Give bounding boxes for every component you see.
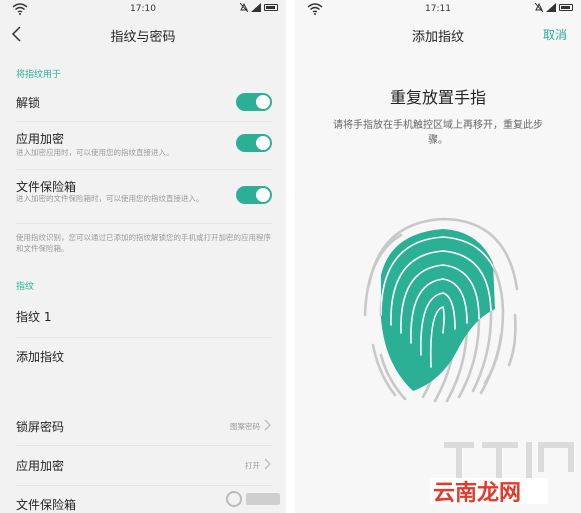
row-label: 解锁 [16, 96, 41, 110]
nav-bar: 添加指纹 取消 [295, 18, 581, 50]
add-fingerprint-screen: 17:11 添加指纹 取消 重复放置手指 请将手指放在手机触控区域上再移开，重复… [295, 0, 581, 513]
setting-row-app-lock-entry[interactable]: 应用加密 打开 [0, 446, 286, 484]
mute-icon [240, 3, 248, 12]
battery-icon [559, 4, 573, 11]
section-header-fingerprint: 指纹 [16, 282, 35, 292]
setting-row-lock-password[interactable]: 锁屏密码 图案密码 [0, 406, 286, 444]
setting-row-app-lock[interactable]: 应用加密 进入加密应用时，可以使用您的指纹直接进入。 [0, 122, 286, 168]
battery-icon [264, 4, 278, 11]
row-label: 指纹 1 [16, 310, 52, 324]
signal-icon [251, 3, 261, 12]
fingerprint-icon [363, 217, 519, 403]
row-description: 进入加密应用时，可以使用您的指纹直接进入。 [16, 148, 174, 157]
status-bar: 17:11 [295, 0, 581, 18]
row-value: 图案密码 [230, 422, 260, 431]
app-lock-toggle[interactable] [236, 134, 272, 152]
prompt-instruction: 请将手指放在手机触控区域上再移开，重复此步骤。 [333, 120, 543, 146]
row-label: 文件保险箱 [16, 180, 77, 194]
signal-icon [546, 3, 556, 12]
watermark-small-logo [226, 491, 280, 507]
row-label: 添加指纹 [16, 350, 65, 364]
nav-bar: 指纹与密码 [0, 18, 286, 50]
page-title: 添加指纹 [411, 30, 464, 45]
watermark-logo: 云南龙网 [430, 442, 574, 506]
row-label: 文件保险箱 [16, 498, 77, 512]
screen-gap [286, 0, 295, 513]
chevron-right-icon [264, 458, 271, 470]
cancel-button[interactable]: 取消 [543, 26, 567, 43]
watermark-text: 云南龙网 [433, 481, 521, 506]
row-label: 锁屏密码 [16, 420, 65, 434]
add-fingerprint-button[interactable]: 添加指纹 [0, 338, 286, 378]
row-value: 打开 [245, 461, 260, 470]
fingerprint-note: 使用指纹识别，您可以通过已添加的指纹解锁您的手机或打开加密的应用程序和文件保险箱… [16, 233, 271, 253]
fingerprint-settings-screen: 17:10 指纹与密码 将指纹用于 解锁 应用加密 进入加密应用时，可以使用您的… [0, 0, 286, 513]
fingerprint-item-1[interactable]: 指纹 1 [0, 296, 286, 336]
setting-row-file-vault[interactable]: 文件保险箱 进入加密的文件保险箱时，可以使用您的指纹直接进入。 [0, 170, 286, 222]
unlock-toggle[interactable] [236, 93, 272, 111]
section-header-use-fingerprint: 将指纹用于 [16, 70, 62, 80]
mute-icon [535, 3, 543, 12]
setting-row-unlock[interactable]: 解锁 [0, 84, 286, 120]
row-label: 应用加密 [16, 459, 65, 473]
prompt-heading: 重复放置手指 [389, 88, 486, 107]
row-description: 进入加密的文件保险箱时，可以使用您的指纹直接进入。 [16, 194, 204, 203]
divider [16, 223, 272, 224]
chevron-right-icon [264, 419, 271, 431]
status-bar: 17:10 [0, 0, 286, 18]
row-label: 应用加密 [16, 132, 65, 146]
file-vault-toggle[interactable] [236, 186, 272, 204]
page-title: 指纹与密码 [110, 30, 176, 45]
